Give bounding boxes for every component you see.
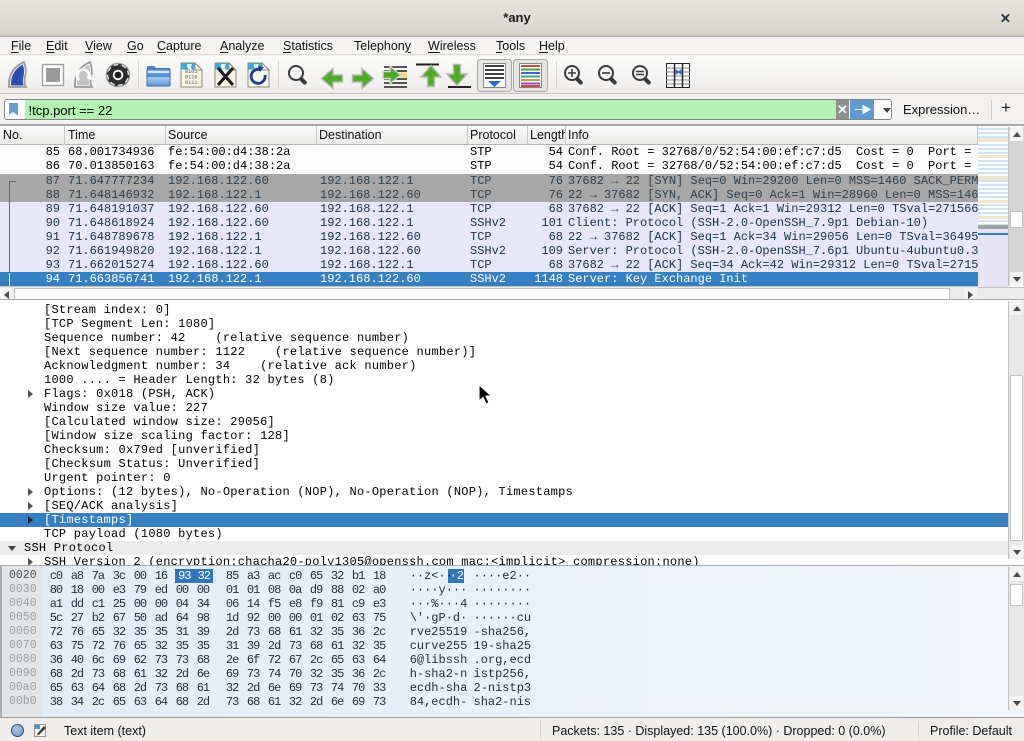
svg-text:0111: 0111 (185, 80, 197, 86)
